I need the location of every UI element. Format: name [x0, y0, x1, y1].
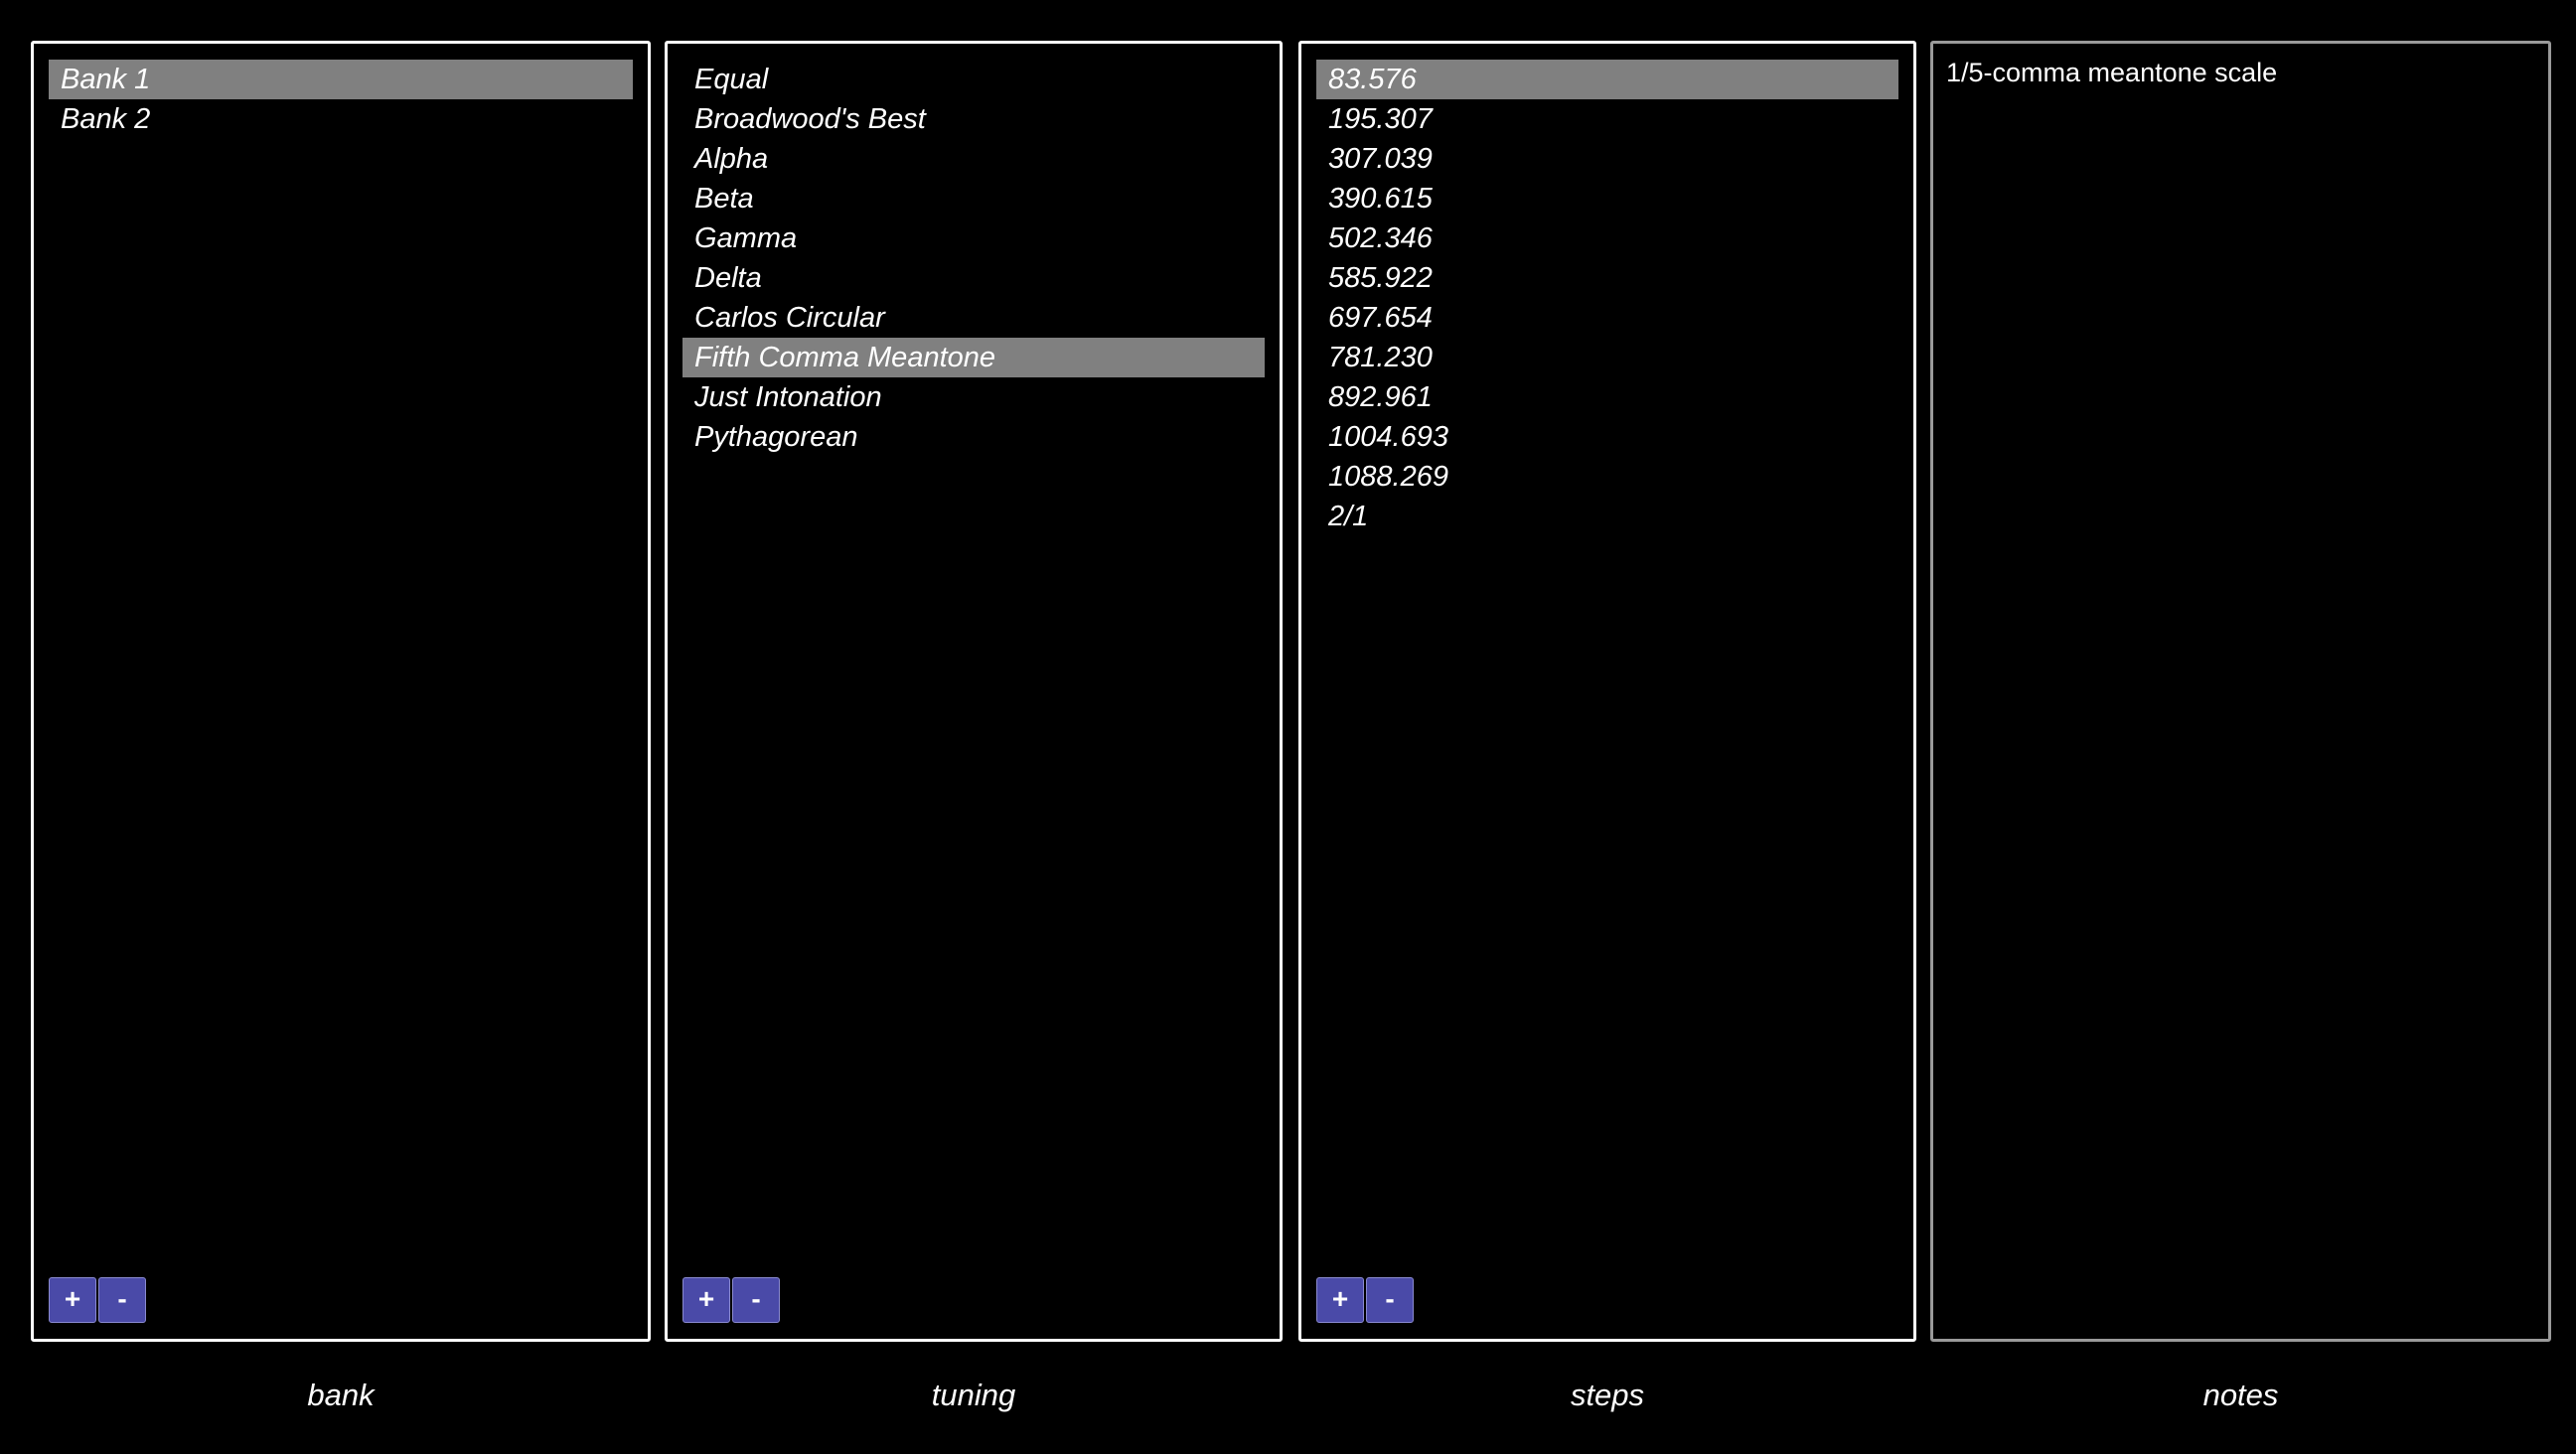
steps-list-item[interactable]: 1088.269 — [1316, 457, 1898, 497]
add-bank-button[interactable]: + — [49, 1277, 96, 1323]
tuning-list[interactable]: Equal Broadwood's Best Alpha Beta Gamma Delta… — [682, 60, 1265, 457]
notes-caption: notes — [2202, 1378, 2279, 1412]
add-tuning-button[interactable]: + — [682, 1277, 730, 1323]
steps-list-item[interactable]: 781.230 — [1316, 338, 1898, 377]
tuning-list-item[interactable]: Alpha — [682, 139, 1265, 179]
steps-caption: steps — [1570, 1378, 1645, 1412]
bank-caption: bank — [307, 1378, 375, 1412]
steps-list-item[interactable]: 390.615 — [1316, 179, 1898, 218]
tuning-list-item[interactable]: Broadwood's Best — [682, 99, 1265, 139]
add-step-button[interactable]: + — [1316, 1277, 1364, 1323]
steps-list-item[interactable]: 195.307 — [1316, 99, 1898, 139]
tuning-list-item[interactable]: Gamma — [682, 218, 1265, 258]
tuning-list-item[interactable]: Just Intonation — [682, 377, 1265, 417]
tuning-list-item[interactable]: Beta — [682, 179, 1265, 218]
tuning-list-item[interactable]: Carlos Circular — [682, 298, 1265, 338]
bank-panel: Bank 1 Bank 2 + - — [31, 41, 651, 1342]
steps-list-item[interactable]: 83.576 — [1316, 60, 1898, 99]
bank-list-item[interactable]: Bank 1 — [49, 60, 633, 99]
tuning-list-item[interactable]: Delta — [682, 258, 1265, 298]
remove-tuning-button[interactable]: - — [732, 1277, 780, 1323]
tuning-controls: + - — [682, 1277, 780, 1323]
steps-list[interactable]: 83.576 195.307 307.039 390.615 502.346 585.92… — [1316, 60, 1898, 536]
bank-list[interactable]: Bank 1 Bank 2 — [49, 60, 633, 139]
steps-list-item[interactable]: 892.961 — [1316, 377, 1898, 417]
steps-list-item[interactable]: 585.922 — [1316, 258, 1898, 298]
steps-list-item[interactable]: 307.039 — [1316, 139, 1898, 179]
steps-list-item[interactable]: 2/1 — [1316, 497, 1898, 536]
remove-bank-button[interactable]: - — [98, 1277, 146, 1323]
steps-controls: + - — [1316, 1277, 1414, 1323]
steps-list-item[interactable]: 697.654 — [1316, 298, 1898, 338]
remove-step-button[interactable]: - — [1366, 1277, 1414, 1323]
steps-list-item[interactable]: 1004.693 — [1316, 417, 1898, 457]
steps-panel: 83.576 195.307 307.039 390.615 502.346 585.92… — [1298, 41, 1916, 1342]
tuning-panel: Equal Broadwood's Best Alpha Beta Gamma Delta… — [665, 41, 1283, 1342]
tuning-list-item[interactable]: Fifth Comma Meantone — [682, 338, 1265, 377]
tuning-list-item[interactable]: Pythagorean — [682, 417, 1265, 457]
notes-text[interactable]: 1/5-comma meantone scale — [1946, 56, 2535, 89]
bank-controls: + - — [49, 1277, 146, 1323]
tuning-list-item[interactable]: Equal — [682, 60, 1265, 99]
notes-panel[interactable]: 1/5-comma meantone scale — [1930, 41, 2551, 1342]
tuning-caption: tuning — [931, 1378, 1016, 1412]
steps-list-item[interactable]: 502.346 — [1316, 218, 1898, 258]
bank-list-item[interactable]: Bank 2 — [49, 99, 633, 139]
